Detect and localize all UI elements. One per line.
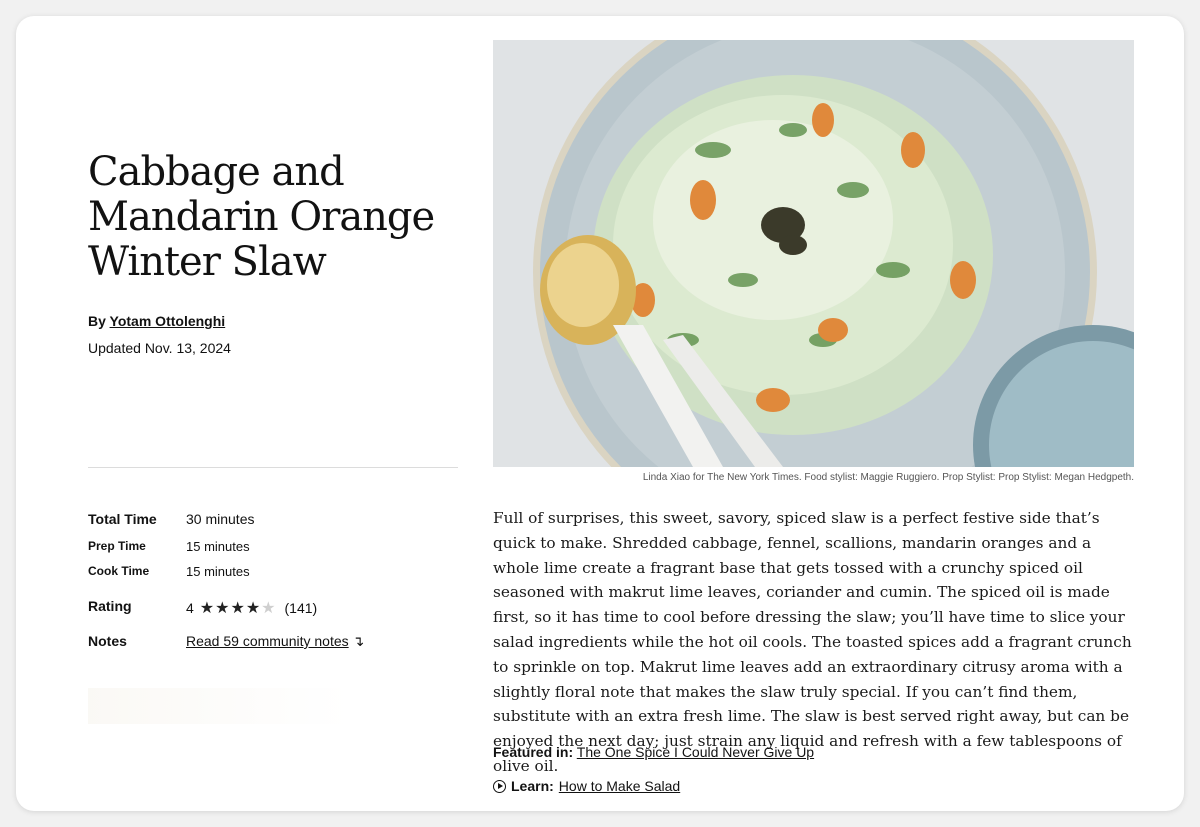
rating-count: (141) — [284, 600, 318, 616]
faded-placeholder — [88, 688, 350, 724]
star-filled-icon: ★ — [199, 600, 216, 617]
star-filled-icon: ★ — [245, 600, 262, 617]
byline: By Yotam Ottolenghi — [88, 313, 225, 329]
community-notes-link[interactable]: Read 59 community notes — [186, 633, 349, 649]
notes-label: Notes — [88, 633, 127, 649]
prep-time-value: 15 minutes — [186, 539, 250, 554]
featured-link[interactable]: The One Spice I Could Never Give Up — [577, 744, 814, 760]
learn-label: Learn: — [511, 778, 554, 794]
recipe-photo — [493, 40, 1134, 467]
divider — [88, 467, 458, 468]
recipe-description: Full of surprises, this sweet, savory, s… — [493, 509, 1132, 775]
recipe-title: Cabbage and Mandarin Orange Winter Slaw — [88, 149, 435, 285]
star-empty-icon: ★ — [261, 600, 277, 617]
featured-in: Featured in: The One Spice I Could Never… — [493, 744, 814, 760]
featured-label: Featured in: — [493, 744, 574, 760]
total-time-label: Total Time — [88, 511, 157, 527]
notes-link-group[interactable]: Read 59 community notes ↴ — [186, 633, 364, 650]
learn-row: Learn: How to Make Salad — [493, 778, 680, 794]
play-circle-icon — [493, 779, 506, 793]
cook-time-value: 15 minutes — [186, 564, 250, 579]
rating-stars: ★★★★★ — [200, 598, 277, 618]
learn-link[interactable]: How to Make Salad — [559, 778, 680, 794]
rating-label: Rating — [88, 598, 132, 614]
slaw-photo-illustration — [493, 40, 1134, 467]
arrow-down-icon: ↴ — [352, 633, 365, 649]
cook-time-label: Cook Time — [88, 564, 150, 578]
updated-date: Updated Nov. 13, 2024 — [88, 340, 231, 356]
prep-time-label: Prep Time — [88, 539, 146, 553]
rating-value-group[interactable]: 4 ★★★★★ (141) — [186, 598, 317, 618]
rating-value: 4 — [186, 600, 194, 616]
byline-prefix: By — [88, 313, 106, 329]
star-filled-icon: ★ — [230, 600, 246, 617]
photo-credit: Linda Xiao for The New York Times. Food … — [642, 472, 1134, 483]
star-filled-icon: ★ — [215, 600, 231, 617]
author-link[interactable]: Yotam Ottolenghi — [110, 313, 226, 329]
recipe-card: Cabbage and Mandarin Orange Winter Slaw … — [16, 16, 1184, 811]
total-time-value: 30 minutes — [186, 511, 255, 527]
